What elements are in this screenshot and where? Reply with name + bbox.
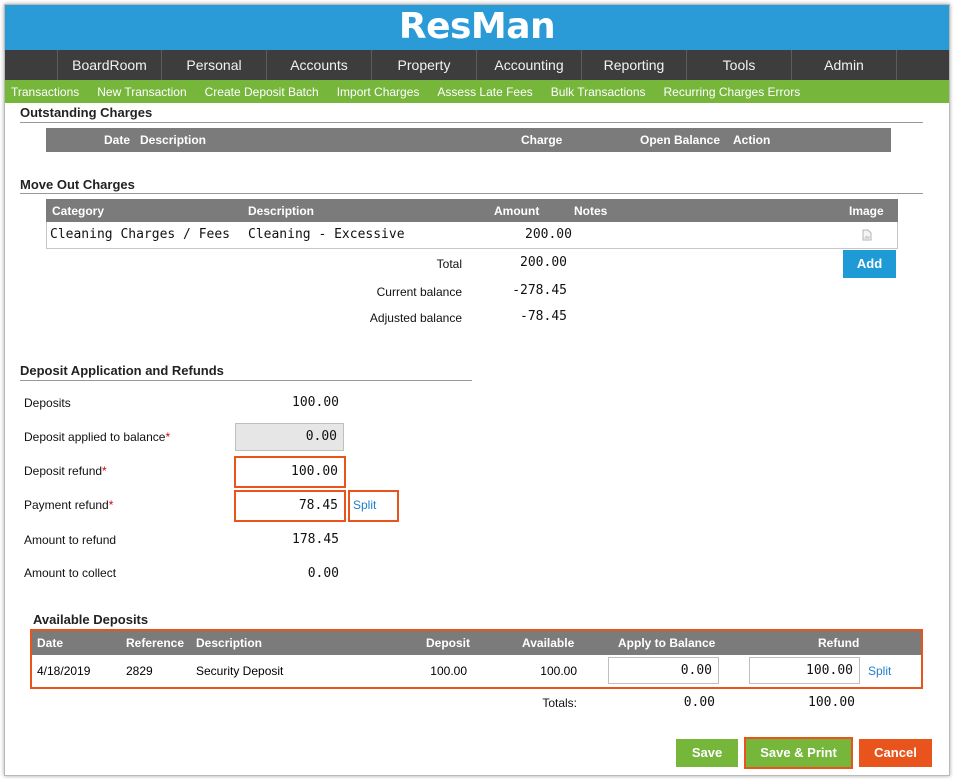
subnav-import-charges[interactable]: Import Charges (337, 85, 420, 99)
col-date: Date (104, 133, 131, 147)
available-deposits-header: Date Reference Description Deposit Avail… (32, 631, 921, 655)
col-reference: Reference (126, 636, 185, 650)
required-mark: * (102, 464, 107, 478)
deposit-application-divider (20, 380, 472, 381)
nav-boardroom[interactable]: BoardRoom (57, 50, 162, 80)
main-nav: BoardRoom Personal Accounts Property Acc… (5, 50, 949, 80)
nav-tools[interactable]: Tools (687, 50, 792, 80)
col-action: Action (733, 133, 771, 147)
row-deposit: 100.00 (430, 664, 467, 678)
col-description: Description (140, 133, 207, 147)
nav-property[interactable]: Property (372, 50, 477, 80)
col-description: Description (248, 204, 315, 218)
deposits-value: 100.00 (292, 395, 339, 410)
col-charge: Charge (521, 133, 563, 147)
payment-refund-label: Payment refund* (24, 498, 114, 512)
available-deposits-title: Available Deposits (33, 612, 149, 627)
subnav-recurring-charges-errors[interactable]: Recurring Charges Errors (664, 85, 801, 99)
deposit-refund-label: Deposit refund* (24, 464, 107, 478)
col-open-balance: Open Balance (640, 133, 721, 147)
adjusted-balance-value: -78.45 (520, 309, 567, 324)
subnav-new-transaction[interactable]: New Transaction (97, 85, 186, 99)
cancel-button[interactable]: Cancel (859, 739, 932, 767)
totals-apply-value: 0.00 (683, 695, 715, 710)
outstanding-charges-title: Outstanding Charges (20, 105, 153, 120)
nav-accounting[interactable]: Accounting (477, 50, 582, 80)
col-amount: Amount (494, 204, 540, 218)
subnav-assess-late-fees[interactable]: Assess Late Fees (437, 85, 532, 99)
save-and-print-button[interactable]: Save & Print (746, 739, 851, 767)
col-date: Date (37, 636, 64, 650)
resman-logo[interactable]: ResMan (5, 6, 949, 47)
totals-refund-value: 100.00 (808, 695, 855, 710)
deposit-refund-field[interactable]: 100.00 (237, 459, 344, 486)
row-available: 100.00 (540, 664, 577, 678)
image-icon[interactable] (862, 229, 872, 241)
nav-reporting[interactable]: Reporting (582, 50, 687, 80)
table-row[interactable]: Cleaning Charges / Fees Cleaning - Exces… (46, 222, 898, 249)
move-out-table-header: Category Description Amount Notes Image (46, 199, 898, 222)
deposit-application-title: Deposit Application and Refunds (20, 363, 224, 378)
col-description: Description (196, 636, 263, 650)
nav-accounts[interactable]: Accounts (267, 50, 372, 80)
total-label: Total (436, 257, 462, 271)
totals-label: Totals: (542, 696, 577, 710)
current-balance-value: -278.45 (512, 283, 567, 298)
outstanding-divider (20, 122, 923, 123)
save-button[interactable]: Save (676, 739, 738, 767)
nav-personal[interactable]: Personal (162, 50, 267, 80)
row-category: Cleaning Charges / Fees (50, 227, 231, 242)
row-amount: 200.00 (525, 227, 572, 242)
col-category: Category (52, 204, 105, 218)
row-date: 4/18/2019 (37, 664, 91, 678)
payment-refund-split-link[interactable]: Split (353, 498, 376, 512)
col-image: Image (849, 204, 884, 218)
subnav-create-deposit-batch[interactable]: Create Deposit Batch (205, 85, 319, 99)
row-description: Cleaning - Excessive (248, 227, 405, 242)
app-header: ResMan (5, 5, 949, 50)
nav-admin[interactable]: Admin (792, 50, 897, 80)
apply-to-balance-field[interactable]: 0.00 (608, 657, 719, 684)
col-available: Available (522, 636, 575, 650)
outstanding-table-header: Date Description Charge Open Balance Act… (46, 128, 891, 152)
row-reference: 2829 (126, 664, 153, 678)
move-out-divider (20, 193, 923, 194)
col-refund: Refund (818, 636, 860, 650)
amount-to-collect-label: Amount to collect (24, 566, 117, 580)
row-split-link[interactable]: Split (868, 664, 891, 678)
col-notes: Notes (574, 204, 608, 218)
required-mark: * (165, 430, 171, 444)
amount-to-collect-value: 0.00 (307, 566, 339, 581)
adjusted-balance-label: Adjusted balance (369, 311, 462, 325)
col-deposit: Deposit (426, 636, 471, 650)
subnav-bulk-transactions[interactable]: Bulk Transactions (551, 85, 646, 99)
add-button[interactable]: Add (843, 250, 896, 278)
subnav-transactions[interactable]: Transactions (11, 85, 79, 99)
deposit-applied-label: Deposit applied to balance* (24, 430, 171, 444)
amount-to-refund-label: Amount to refund (24, 533, 117, 547)
deposit-applied-field[interactable]: 0.00 (235, 423, 344, 451)
sub-nav: Transactions New Transaction Create Depo… (5, 80, 949, 103)
app-window: ResMan BoardRoom Personal Accounts Prope… (4, 4, 950, 776)
payment-refund-field[interactable]: 78.45 (237, 493, 344, 520)
current-balance-label: Current balance (376, 285, 462, 299)
row-description: Security Deposit (196, 664, 284, 678)
required-mark: * (108, 498, 114, 512)
total-value: 200.00 (520, 255, 567, 270)
table-row[interactable]: 4/18/2019 2829 Security Deposit 100.00 1… (32, 655, 921, 687)
refund-field[interactable]: 100.00 (749, 657, 860, 684)
move-out-charges-title: Move Out Charges (20, 177, 135, 192)
amount-to-refund-value: 178.45 (292, 532, 339, 547)
deposits-label: Deposits (24, 396, 71, 410)
col-apply-to-balance: Apply to Balance (618, 636, 716, 650)
